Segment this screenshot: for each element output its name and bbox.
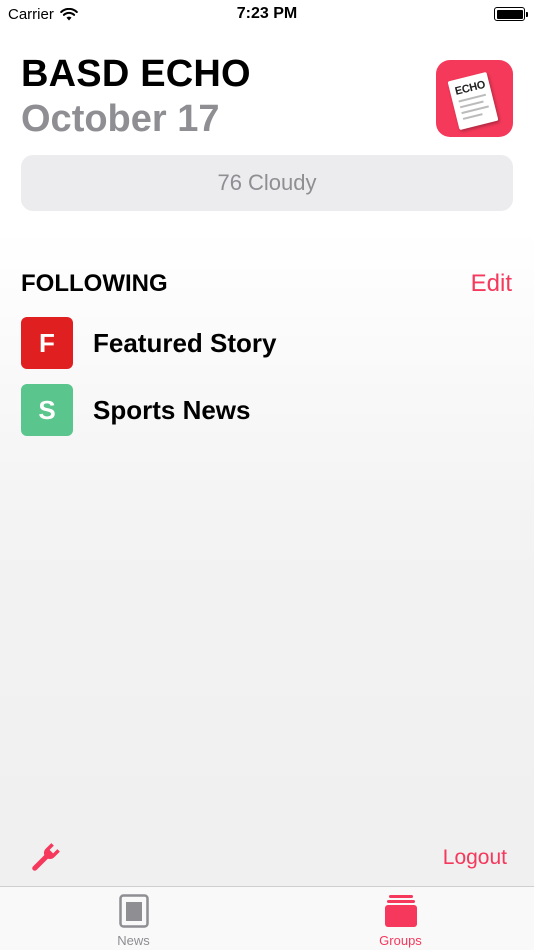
wrench-icon[interactable] — [27, 840, 63, 876]
following-heading: FOLLOWING — [21, 270, 168, 297]
group-item-sports-news[interactable]: S Sports News — [21, 384, 251, 436]
wifi-icon — [60, 7, 78, 20]
app-title: BASD ECHO — [21, 53, 251, 95]
group-item-featured-story[interactable]: F Featured Story — [21, 317, 277, 369]
tab-label: Groups — [379, 933, 422, 948]
group-letter: F — [39, 327, 55, 358]
weather-text: 76 Cloudy — [217, 170, 317, 195]
group-avatar: S — [21, 384, 73, 436]
tab-label: News — [117, 933, 150, 948]
group-label: Featured Story — [93, 327, 277, 358]
tab-bar: News Groups — [0, 886, 534, 950]
weather-card: 76 Cloudy — [21, 155, 513, 211]
paper-line — [462, 113, 483, 120]
status-left: Carrier — [8, 6, 78, 23]
carrier-label: Carrier — [8, 5, 54, 23]
battery-icon — [494, 7, 528, 21]
echo-logo: ECHO — [436, 60, 513, 137]
group-label: Sports News — [93, 394, 251, 425]
date-label: October 17 — [21, 98, 220, 140]
status-bar: Carrier 7:23 PM — [0, 0, 534, 28]
newspaper-icon: ECHO — [447, 71, 499, 131]
tab-groups[interactable]: Groups — [267, 887, 534, 950]
stack-icon — [384, 895, 417, 927]
logout-button[interactable]: Logout — [443, 846, 507, 870]
newspaper-icon — [118, 894, 149, 928]
tab-news[interactable]: News — [0, 887, 267, 950]
battery-level — [496, 9, 523, 19]
group-avatar: F — [21, 317, 73, 369]
group-letter: S — [38, 394, 56, 425]
edit-button[interactable]: Edit — [471, 270, 512, 298]
status-time: 7:23 PM — [236, 5, 298, 22]
